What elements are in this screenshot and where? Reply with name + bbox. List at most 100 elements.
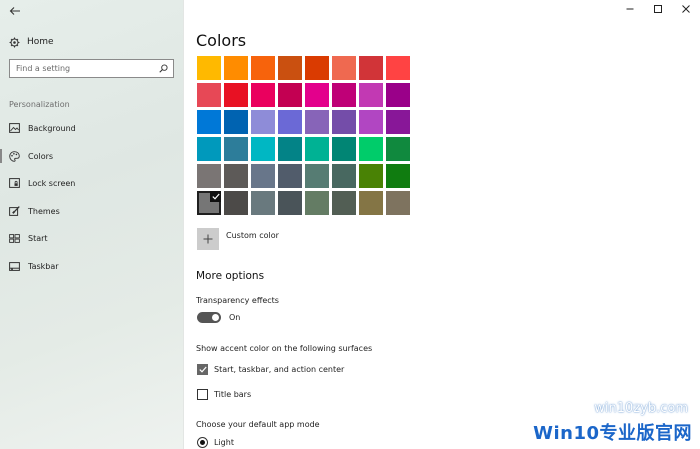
color-swatch[interactable] [224,83,248,107]
color-swatch[interactable] [305,110,329,134]
color-swatch[interactable] [359,164,383,188]
color-swatch[interactable] [278,56,302,80]
color-swatch[interactable] [305,164,329,188]
color-swatch[interactable] [197,110,221,134]
color-swatch[interactable] [359,191,383,215]
section-title: Personalization [9,100,70,109]
radio-dot [200,440,205,445]
accent-surfaces-label: Show accent color on the following surfa… [196,344,373,353]
color-swatch[interactable] [305,56,329,80]
custom-color-label: Custom color [226,231,279,240]
custom-color-button[interactable]: Custom color [197,228,279,250]
more-options-heading: More options [196,270,265,282]
search-input[interactable] [16,64,146,73]
app-mode-label: Choose your default app mode [196,420,320,429]
color-swatch[interactable] [197,164,221,188]
sidebar-item-lock-screen[interactable]: Lock screen [0,174,184,192]
sidebar-item-label: Themes [28,206,60,216]
title-bars-checkbox-label: Title bars [214,390,252,399]
color-swatch[interactable] [386,164,410,188]
back-button[interactable] [8,2,24,16]
start-taskbar-checkbox[interactable] [197,364,208,375]
sidebar-item-start[interactable]: Start [0,229,184,247]
page-title: Colors [196,31,247,50]
color-swatch[interactable] [278,83,302,107]
start-taskbar-checkbox-row[interactable]: Start, taskbar, and action center [197,364,344,375]
search-box[interactable] [9,59,174,78]
color-swatch[interactable] [332,83,356,107]
sidebar-item-label: Lock screen [28,178,76,188]
color-swatch[interactable] [278,164,302,188]
color-swatch[interactable] [386,56,410,80]
color-swatch[interactable] [251,164,275,188]
color-swatch[interactable] [278,191,302,215]
transparency-label: Transparency effects [196,296,279,305]
color-swatch[interactable] [224,110,248,134]
color-swatch[interactable] [386,137,410,161]
color-swatch[interactable] [197,56,221,80]
custom-color-plus[interactable] [197,228,219,250]
color-swatch[interactable] [305,137,329,161]
app-mode-light-row[interactable]: Light [197,437,234,448]
start-taskbar-checkbox-label: Start, taskbar, and action center [214,365,345,374]
color-swatch[interactable] [224,137,248,161]
color-swatch[interactable] [251,83,275,107]
color-swatch[interactable] [386,83,410,107]
check-icon [210,191,221,202]
color-swatch[interactable] [359,137,383,161]
color-swatch[interactable] [224,191,248,215]
arrow-left-icon [9,7,20,15]
picture-icon [9,123,20,133]
color-swatch[interactable] [251,137,275,161]
sidebar-item-label: Background [28,123,76,133]
sidebar-item-taskbar[interactable]: Taskbar [0,257,184,275]
main-content: Colors Custom color More options Transpa… [196,0,696,449]
sidebar-item-label: Colors [28,151,54,161]
color-swatch[interactable] [197,83,221,107]
search-icon[interactable] [159,64,168,73]
color-swatch[interactable] [305,83,329,107]
color-swatch[interactable] [359,110,383,134]
palette-icon [9,150,20,162]
home-label: Home [27,37,54,47]
transparency-toggle-row: On [197,312,240,323]
color-swatch-selected[interactable] [197,191,221,215]
color-swatch[interactable] [332,56,356,80]
color-swatch[interactable] [305,191,329,215]
color-swatch[interactable] [332,164,356,188]
sidebar-item-background[interactable]: Background [0,119,184,137]
color-swatch[interactable] [332,191,356,215]
app-mode-light-label: Light [214,438,234,447]
color-swatch[interactable] [278,110,302,134]
color-swatch[interactable] [251,110,275,134]
app-mode-light-radio[interactable] [197,437,208,448]
taskbar-icon [9,261,20,271]
color-swatch[interactable] [278,137,302,161]
color-swatch[interactable] [224,164,248,188]
color-swatch[interactable] [332,137,356,161]
color-swatch[interactable] [251,56,275,80]
color-swatch[interactable] [359,56,383,80]
color-swatch[interactable] [359,83,383,107]
transparency-state: On [229,313,241,322]
sidebar-item-label: Taskbar [28,261,59,271]
lock-screen-icon [9,178,20,188]
color-swatch[interactable] [332,110,356,134]
sidebar-item-colors[interactable]: Colors [0,147,184,165]
plus-icon [203,234,213,244]
title-bars-checkbox-row[interactable]: Title bars [197,389,251,400]
sidebar-item-themes[interactable]: Themes [0,202,184,220]
sidebar: Home Personalization Background Colors L… [0,0,184,449]
brush-icon [9,206,20,216]
home-link[interactable]: Home [9,34,54,50]
color-swatch[interactable] [197,137,221,161]
color-swatch[interactable] [224,56,248,80]
checkmark-icon [198,366,207,373]
accent-color-grid [197,56,410,215]
title-bars-checkbox[interactable] [197,389,208,400]
color-swatch[interactable] [251,191,275,215]
gear-icon [9,37,20,47]
color-swatch[interactable] [386,110,410,134]
transparency-toggle[interactable] [197,312,221,323]
color-swatch[interactable] [386,191,410,215]
